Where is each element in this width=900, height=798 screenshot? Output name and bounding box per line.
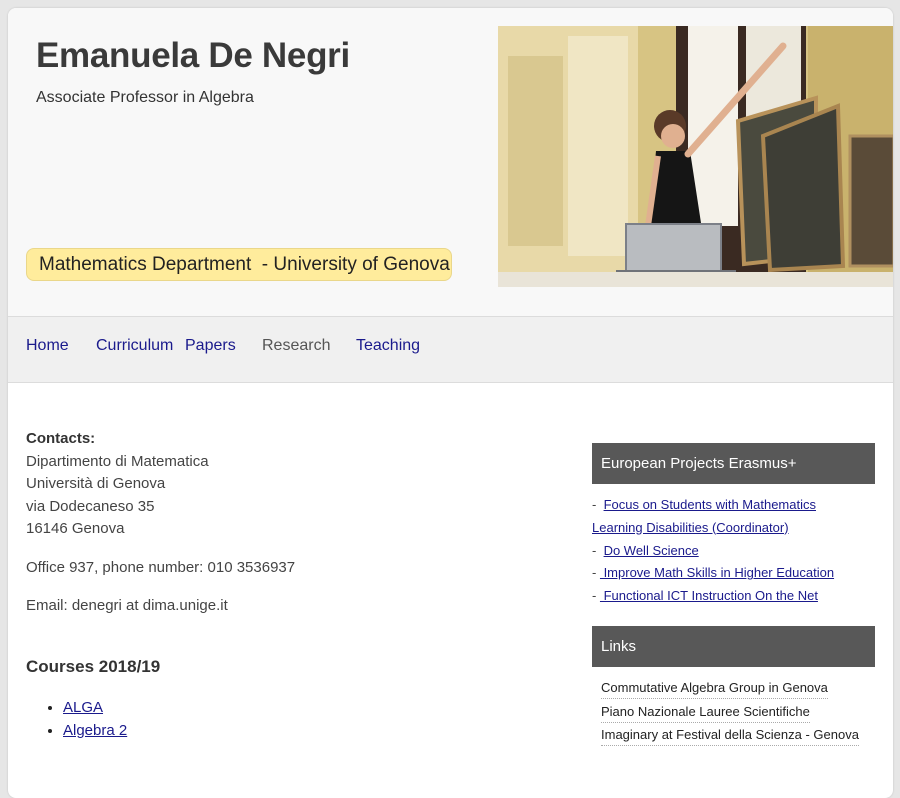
- contacts-block: Contacts: Dipartimento di Matematica Uni…: [26, 428, 566, 541]
- link-commutative-algebra-group[interactable]: Commutative Algebra Group in Genova: [601, 677, 828, 699]
- links-box-title: Links: [592, 626, 875, 667]
- list-item: - Functional ICT Instruction On the Net: [592, 588, 818, 604]
- erasmus-project-list: - Focus on Students with Mathematics Lea…: [592, 494, 862, 608]
- links-list: Commutative Algebra Group in Genova Pian…: [601, 677, 859, 748]
- address-line: Università di Genova: [26, 475, 166, 492]
- list-item: - Focus on Students with Mathematics Lea…: [592, 497, 816, 535]
- header: Emanuela De Negri Associate Professor in…: [8, 8, 893, 316]
- link-imaginary-festival[interactable]: Imaginary at Festival della Scienza - Ge…: [601, 724, 859, 746]
- erasmus-link-improve-math-skills[interactable]: Improve Math Skills in Higher Education: [600, 565, 835, 580]
- nav-papers[interactable]: Papers: [185, 337, 236, 355]
- office-info: Office 937, phone number: 010 3536937: [26, 559, 296, 576]
- erasmus-link-functional-ict[interactable]: Functional ICT Instruction On the Net: [600, 588, 818, 603]
- nav-curriculum[interactable]: Curriculum: [96, 337, 173, 355]
- page-subtitle: Associate Professor in Algebra: [36, 89, 254, 106]
- page-title: Emanuela De Negri: [36, 36, 350, 75]
- main-navigation: Home Curriculum Papers Research Teaching: [8, 316, 893, 383]
- nav-home[interactable]: Home: [26, 337, 69, 355]
- nav-teaching[interactable]: Teaching: [356, 337, 420, 355]
- header-photo: [498, 26, 893, 287]
- email-info: Email: denegri at dima.unige.it: [26, 597, 228, 614]
- address-line: via Dodecaneso 35: [26, 497, 155, 515]
- lecture-photo-image: [498, 26, 893, 287]
- course-list: ALGA Algebra 2: [26, 696, 127, 742]
- course-link-alga[interactable]: ALGA: [63, 699, 103, 716]
- course-link-algebra-2[interactable]: Algebra 2: [63, 722, 127, 739]
- erasmus-link-do-well-science[interactable]: Do Well Science: [604, 543, 699, 558]
- list-item: Algebra 2: [63, 719, 127, 742]
- address-line: 16146 Genova: [26, 520, 125, 537]
- list-item: - Do Well Science: [592, 542, 699, 558]
- nav-research[interactable]: Research: [262, 337, 330, 355]
- address-line: Dipartimento di Matematica: [26, 452, 209, 470]
- erasmus-box-title: European Projects Erasmus+: [592, 443, 875, 484]
- erasmus-link-focus-on-students[interactable]: Focus on Students with Mathematics Learn…: [592, 497, 816, 535]
- page: Emanuela De Negri Associate Professor in…: [8, 8, 893, 798]
- department-badge: Mathematics Department - University of G…: [26, 248, 452, 281]
- courses-title: Courses 2018/19: [26, 657, 161, 676]
- list-item: ALGA: [63, 696, 127, 719]
- link-piano-nazionale[interactable]: Piano Nazionale Lauree Scientifiche: [601, 701, 810, 723]
- contacts-label: Contacts:: [26, 430, 96, 447]
- list-item: - Improve Math Skills in Higher Educatio…: [592, 565, 835, 581]
